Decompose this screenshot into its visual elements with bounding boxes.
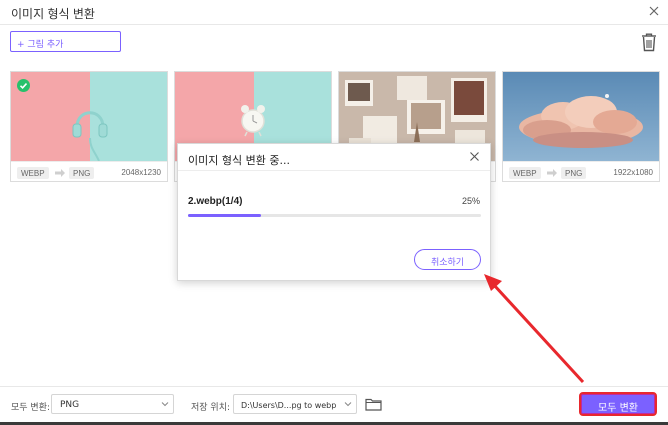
selected-check-icon	[17, 79, 30, 92]
source-format-badge: WEBP	[17, 167, 49, 179]
arrow-right-icon	[547, 169, 557, 177]
save-location-select[interactable]: D:\Users\D...pg to webp	[233, 394, 357, 414]
card-footer: WEBP PNG 2048x1230	[11, 161, 167, 182]
image-thumbnail	[11, 72, 167, 161]
chevron-down-icon	[161, 402, 169, 407]
progress-percent: 25%	[461, 196, 480, 206]
folder-icon[interactable]	[365, 397, 382, 411]
divider	[0, 386, 668, 387]
output-format-value: PNG	[60, 400, 80, 410]
image-card[interactable]: WEBP PNG 1922x1080	[502, 71, 660, 182]
progress-fill	[188, 214, 262, 217]
cancel-button[interactable]: 취소하기	[414, 249, 481, 270]
output-format-select[interactable]: PNG	[51, 394, 174, 414]
divider	[0, 24, 668, 25]
divider	[178, 170, 490, 171]
target-format-badge: PNG	[561, 167, 587, 179]
image-dimensions: 1922x1080	[613, 168, 653, 177]
trash-icon[interactable]	[640, 32, 658, 52]
image-card[interactable]: WEBP PNG 2048x1230	[10, 71, 168, 182]
title-bar: 이미지 형식 변환	[0, 0, 668, 24]
save-location-label: 저장 위치:	[191, 403, 231, 413]
target-format-badge: PNG	[69, 167, 95, 179]
window-title: 이미지 형식 변환	[11, 7, 95, 21]
dialog-title: 이미지 형식 변환 중...	[188, 154, 290, 167]
current-file-label: 2.webp(1/4)	[188, 196, 243, 207]
progress-bar	[188, 214, 481, 217]
card-footer: WEBP PNG 1922x1080	[503, 161, 659, 182]
close-icon[interactable]	[469, 151, 480, 162]
save-location-value: D:\Users\D...pg to webp	[241, 401, 337, 410]
image-thumbnail	[503, 72, 659, 161]
close-icon[interactable]	[646, 3, 662, 19]
add-image-button[interactable]: + 그림 추가	[10, 31, 121, 52]
convert-all-format-label: 모두 변환:	[11, 403, 51, 413]
conversion-progress-dialog: 이미지 형식 변환 중... 2.webp(1/4) 25% 취소하기	[177, 143, 491, 281]
convert-all-button[interactable]: 모두 변환	[579, 392, 657, 416]
chevron-down-icon	[344, 402, 352, 407]
arrow-right-icon	[55, 169, 65, 177]
image-dimensions: 2048x1230	[121, 168, 161, 177]
source-format-badge: WEBP	[509, 167, 541, 179]
